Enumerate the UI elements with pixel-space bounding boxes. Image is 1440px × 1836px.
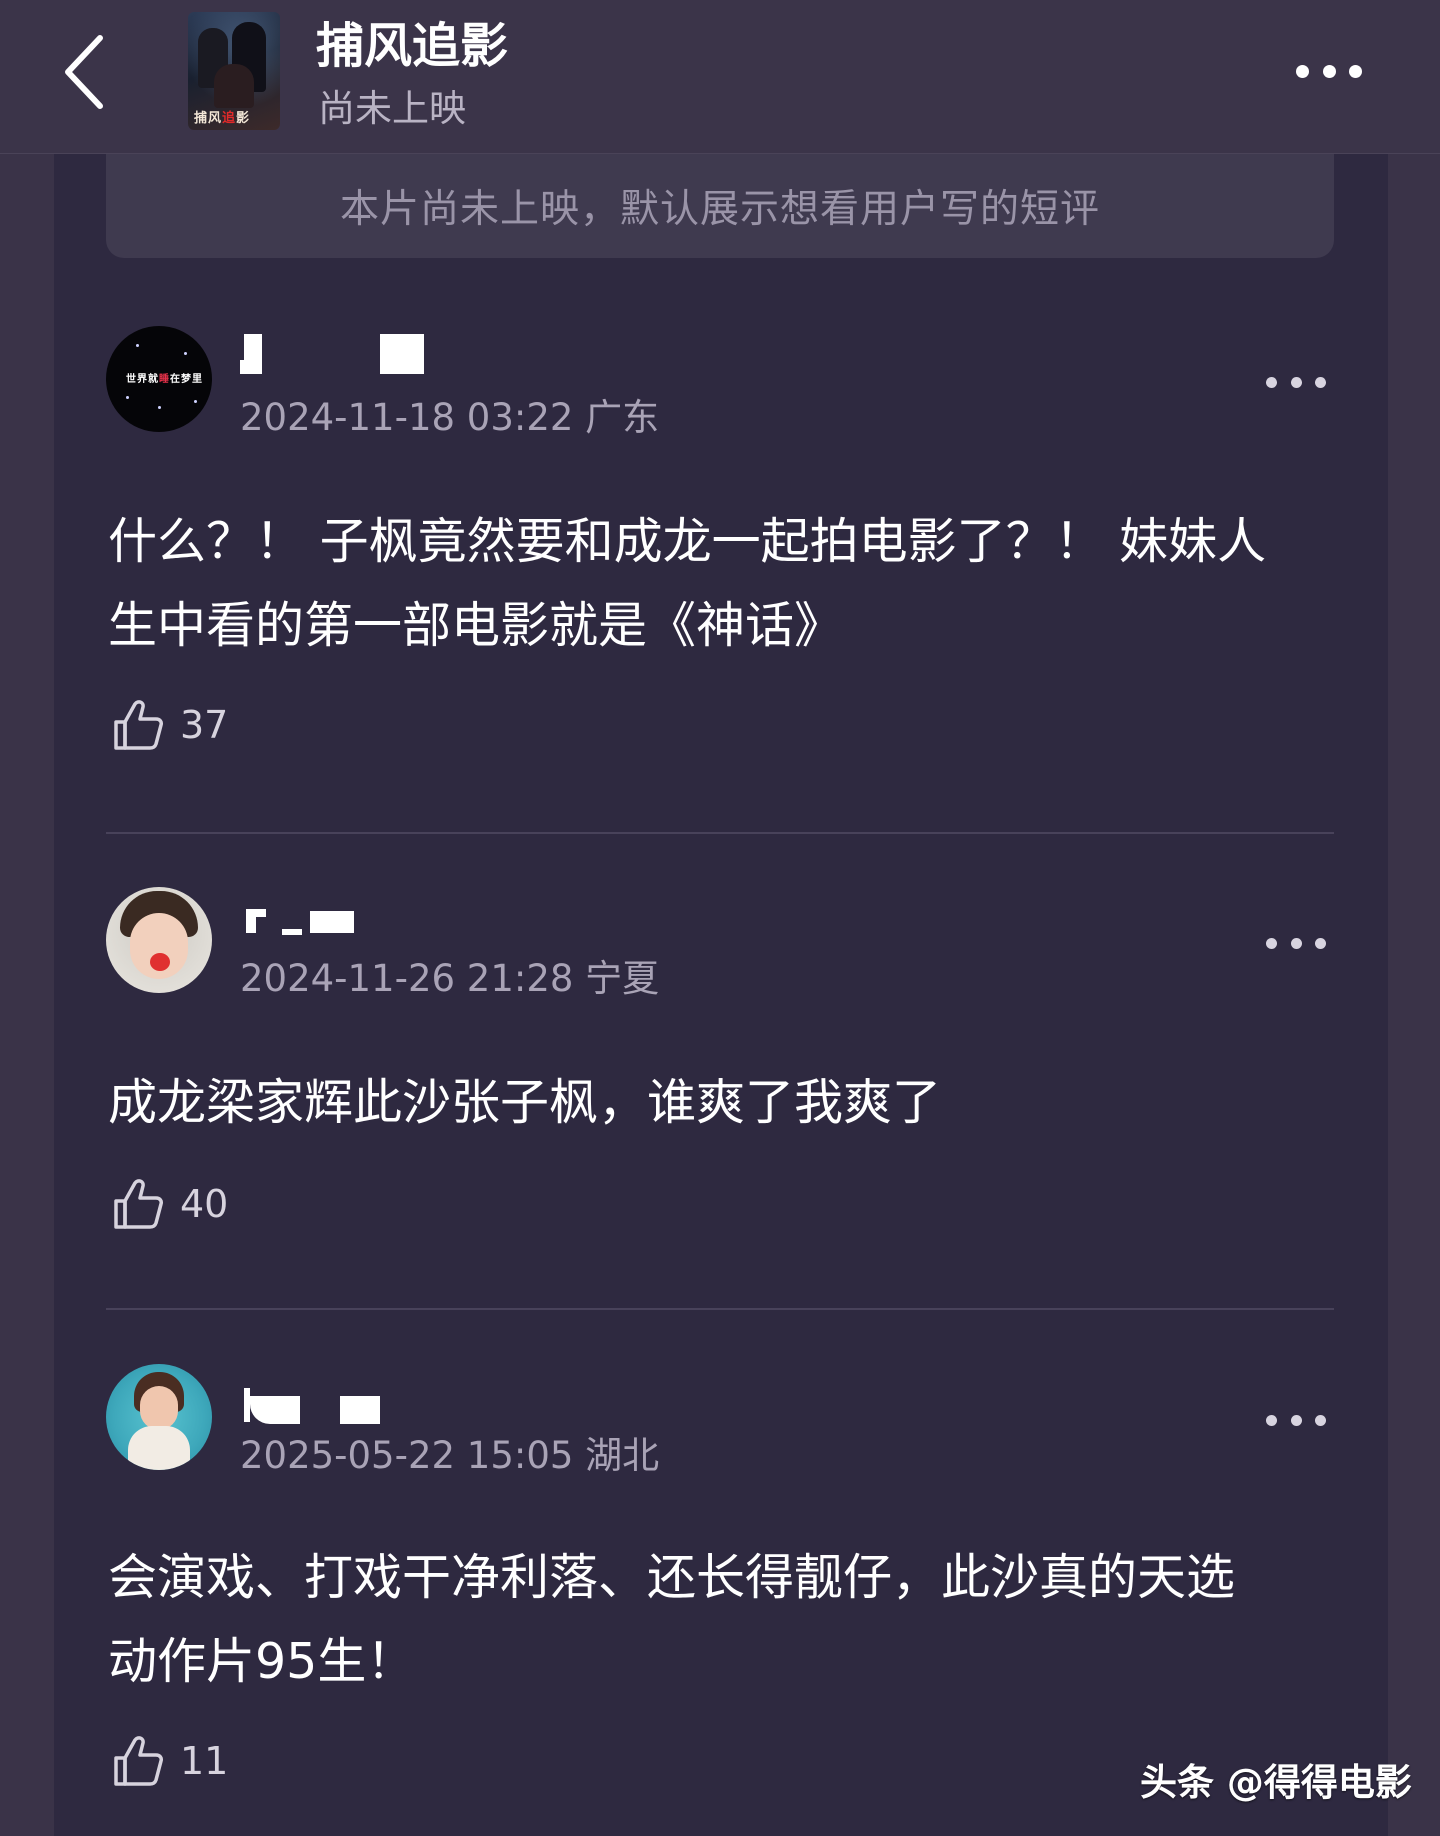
- poster-title: 捕风追影: [194, 111, 251, 126]
- thumbs-up-icon: [114, 700, 163, 750]
- comment-more-button[interactable]: [1266, 1412, 1326, 1428]
- comment-text: 成龙梁家辉此沙张子枫，谁爽了我爽了: [108, 1074, 942, 1131]
- back-button[interactable]: [44, 30, 124, 114]
- more-dot-icon: [1296, 64, 1309, 78]
- comment-more-button[interactable]: [1266, 374, 1326, 390]
- username-redacted[interactable]: [240, 330, 460, 378]
- comment-item: 2025-05-22 15:05 湖北 会演戏、打戏干净利落、还长得靓仔，此沙真…: [106, 1364, 1334, 1786]
- comment-meta: 2024-11-26 21:28 宁夏: [240, 957, 660, 1000]
- like-button[interactable]: 11: [112, 1734, 228, 1788]
- username-redacted[interactable]: [240, 1368, 460, 1424]
- watermark: 头条 @得得电影: [1140, 1761, 1412, 1804]
- thumbs-up-icon: [114, 1179, 163, 1229]
- comment-item: 2024-11-26 21:28 宁夏 成龙梁家辉此沙张子枫，谁爽了我爽了 40: [106, 887, 1334, 1247]
- notice-banner: 本片尚未上映，默认展示想看用户写的短评: [106, 154, 1334, 258]
- movie-title[interactable]: 捕风追影: [316, 14, 508, 78]
- username-redacted[interactable]: [240, 891, 460, 939]
- like-button[interactable]: 37: [112, 698, 228, 752]
- like-button[interactable]: 40: [112, 1177, 228, 1231]
- avatar[interactable]: 世界就睡在梦里: [106, 326, 212, 432]
- more-options-button[interactable]: [1284, 48, 1374, 94]
- comment-meta: 2025-05-22 15:05 湖北: [240, 1434, 660, 1477]
- more-dot-icon: [1349, 64, 1362, 78]
- avatar-text: 世界就睡在梦里: [126, 374, 203, 385]
- like-count: 40: [180, 1182, 229, 1226]
- more-dot-icon: [1322, 64, 1336, 78]
- chevron-left-icon: [65, 35, 103, 109]
- like-count: 11: [180, 1739, 229, 1783]
- thumbs-up-icon: [114, 1736, 163, 1786]
- comments-page: 捕风追影 捕风追影 尚未上映 本片尚未上映，默认展示想看用户写的短评 世界就睡在…: [0, 0, 1440, 1836]
- comment-text: 会演戏、打戏干净利落、还长得靓仔，此沙真的天选 动作片95生！: [108, 1549, 1236, 1690]
- like-count: 37: [180, 703, 229, 747]
- avatar[interactable]: [106, 887, 212, 993]
- comment-text: 什么？！ 子枫竟然要和成龙一起拍电影了？！ 妹妹人 生中看的第一部电影就是《神话…: [108, 513, 1267, 654]
- comment-more-button[interactable]: [1266, 935, 1326, 951]
- comment-meta: 2024-11-18 03:22 广东: [240, 396, 660, 439]
- divider: [106, 832, 1334, 834]
- release-status: 尚未上映: [318, 87, 466, 130]
- movie-poster[interactable]: 捕风追影: [188, 12, 280, 130]
- comment-item: 世界就睡在梦里 2024-11-18 03:22 广东 什么？！ 子枫竟然要和成…: [106, 326, 1334, 750]
- avatar[interactable]: [106, 1364, 212, 1470]
- divider: [106, 1308, 1334, 1310]
- top-bar: 捕风追影 捕风追影 尚未上映: [0, 0, 1440, 154]
